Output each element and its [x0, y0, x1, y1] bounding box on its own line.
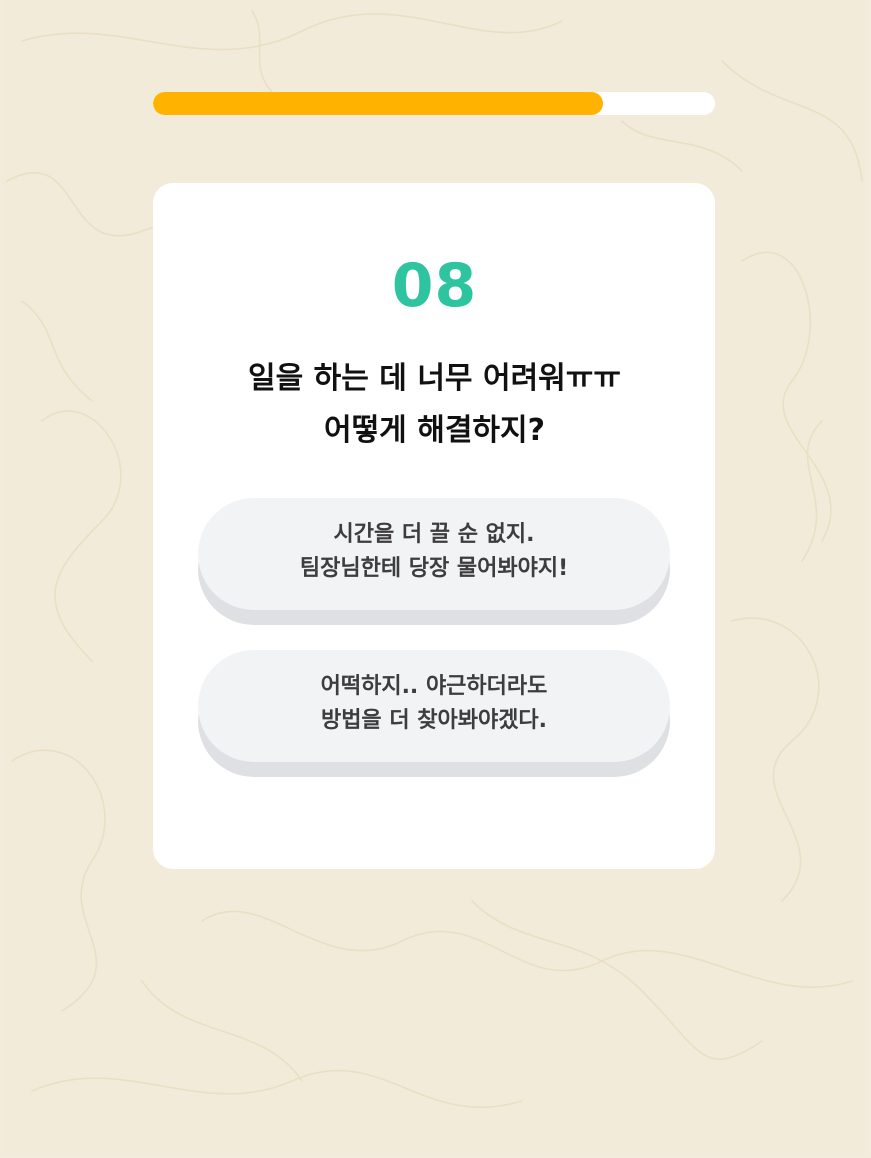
- answer-button-2[interactable]: 어떡하지.. 야근하더라도 방법을 더 찾아봐야겠다.: [198, 650, 670, 762]
- quiz-page: 08 일을 하는 데 너무 어려워ㅠㅠ 어떻게 해결하지? 시간을 더 끌 순 …: [2, 1, 867, 1155]
- answer-1-line-2: 팀장님한테 당장 물어봐야지!: [299, 556, 569, 581]
- question-text: 일을 하는 데 너무 어려워ㅠㅠ 어떻게 해결하지?: [2, 353, 867, 457]
- answer-2-line-1: 어떡하지.. 야근하더라도: [320, 674, 548, 699]
- question-line-2: 어떻게 해결하지?: [323, 413, 546, 448]
- progress-bar-fill: [153, 92, 603, 115]
- answer-1-line-1: 시간을 더 끌 순 없지.: [333, 522, 535, 547]
- answer-button-1[interactable]: 시간을 더 끌 순 없지. 팀장님한테 당장 물어봐야지!: [198, 498, 670, 610]
- answer-2-line-2: 방법을 더 찾아봐야겠다.: [320, 708, 548, 733]
- question-number: 08: [391, 251, 478, 321]
- question-line-1: 일을 하는 데 너무 어려워ㅠㅠ: [248, 361, 621, 396]
- progress-bar: [153, 92, 715, 115]
